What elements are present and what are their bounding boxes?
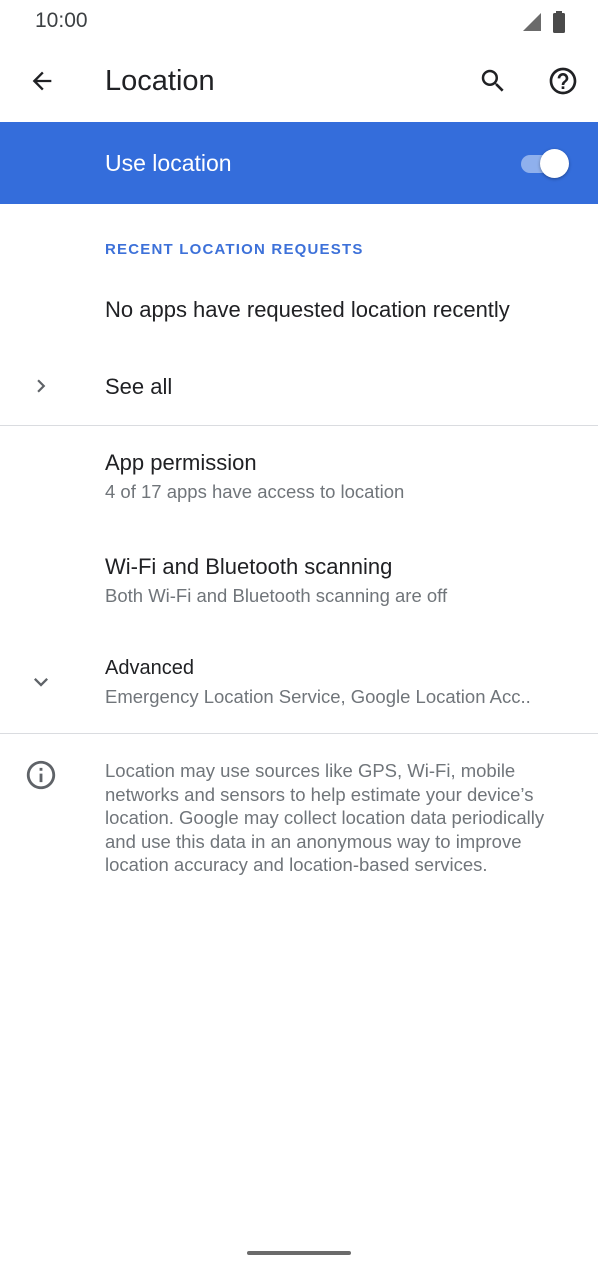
app-permission-title: App permission xyxy=(105,450,257,475)
use-location-toggle[interactable] xyxy=(519,148,571,178)
toggle-thumb xyxy=(540,149,569,178)
app-permission-item[interactable]: App permission 4 of 17 apps have access … xyxy=(0,434,598,526)
gesture-nav-handle[interactable] xyxy=(247,1251,351,1255)
chevron-down-icon xyxy=(26,667,56,697)
help-icon xyxy=(547,65,579,102)
no-recent-requests-item: No apps have requested location recently xyxy=(0,280,598,342)
location-footer-text: Location may use sources like GPS, Wi-Fi… xyxy=(105,760,545,875)
back-arrow-icon xyxy=(28,67,56,100)
chevron-right-icon xyxy=(26,371,56,401)
page-title: Location xyxy=(105,65,215,97)
back-button[interactable] xyxy=(22,63,62,103)
wifi-bluetooth-scanning-title: Wi-Fi and Bluetooth scanning xyxy=(105,554,393,579)
advanced-item[interactable]: Advanced Emergency Location Service, Goo… xyxy=(0,640,598,730)
see-all-item[interactable]: See all xyxy=(0,350,598,424)
info-icon xyxy=(24,758,58,792)
search-button[interactable] xyxy=(472,62,514,104)
wifi-bluetooth-scanning-summary: Both Wi-Fi and Bluetooth scanning are of… xyxy=(105,585,448,606)
status-bar: 10:00 xyxy=(0,0,598,44)
app-permission-summary: 4 of 17 apps have access to location xyxy=(105,481,405,502)
status-time: 10:00 xyxy=(35,9,88,32)
use-location-label: Use location xyxy=(105,150,232,176)
divider xyxy=(0,425,598,426)
status-icons xyxy=(522,11,566,38)
search-icon xyxy=(478,66,508,101)
recent-requests-header: RECENT LOCATION REQUESTS xyxy=(105,241,364,258)
wifi-bluetooth-scanning-item[interactable]: Wi-Fi and Bluetooth scanning Both Wi-Fi … xyxy=(0,536,598,630)
app-bar: Location xyxy=(0,44,598,122)
no-recent-requests-text: No apps have requested location recently xyxy=(105,297,510,322)
advanced-title: Advanced xyxy=(105,657,194,679)
see-all-label: See all xyxy=(105,374,173,399)
help-button[interactable] xyxy=(542,62,584,104)
divider xyxy=(0,733,598,734)
use-location-switch-bar[interactable]: Use location xyxy=(0,122,598,204)
advanced-summary: Emergency Location Service, Google Locat… xyxy=(105,686,531,707)
signal-icon xyxy=(522,12,542,37)
battery-icon xyxy=(552,11,566,38)
